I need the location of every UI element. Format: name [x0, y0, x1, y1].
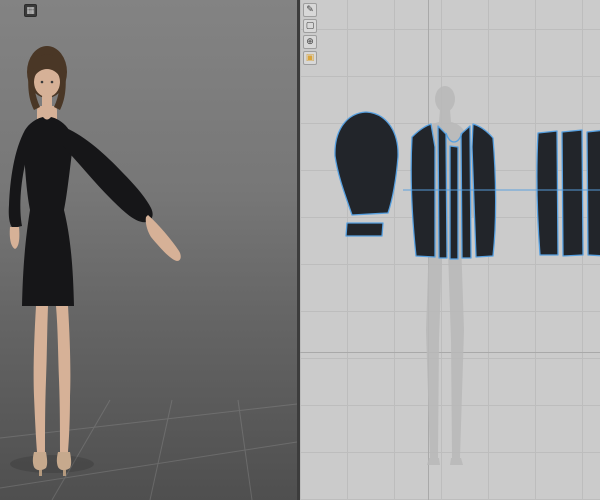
avatar-eye-left [40, 80, 44, 84]
pattern-piece-sleeve[interactable] [334, 111, 399, 216]
pattern-piece-sleeve-cuff[interactable] [345, 222, 384, 237]
avatar-shadow [10, 455, 94, 473]
viewport-menu-icon[interactable]: ▦ [24, 4, 37, 17]
avatar-shoe-left [32, 452, 48, 471]
edit-pen-tool[interactable]: ✎ [303, 3, 317, 17]
viewport-3d-canvas[interactable] [0, 0, 297, 500]
pattern-page-tool[interactable]: ▢ [303, 19, 317, 33]
pattern-piece-back-left[interactable] [536, 130, 559, 256]
avatar-shoe-right [56, 452, 72, 471]
avatar-eye-right [50, 80, 54, 84]
snap-tool[interactable]: ⊕ [303, 35, 317, 49]
avatar-3d[interactable] [8, 46, 181, 476]
garment-editor-app: ▦ ✎ ▢ ⊕ ▣ [0, 0, 600, 500]
pattern-toolbar: ✎ ▢ ⊕ ▣ [303, 3, 317, 65]
pattern-editor-2d[interactable]: ✎ ▢ ⊕ ▣ [300, 0, 600, 500]
pattern-piece-front-center[interactable] [449, 145, 459, 260]
avatar-hand-extended [145, 215, 181, 261]
avatar-sleeve-extended [62, 128, 153, 223]
pattern-piece-front-princess-right[interactable] [460, 125, 472, 259]
pattern-canvas[interactable] [300, 0, 600, 500]
swatch-tool[interactable]: ▣ [303, 51, 317, 65]
avatar-leg-left [33, 306, 48, 452]
avatar-leg-right [56, 306, 71, 452]
pattern-piece-back-right[interactable] [586, 129, 600, 257]
viewport-3d[interactable]: ▦ [0, 0, 297, 500]
pattern-pieces[interactable] [334, 111, 600, 260]
pattern-piece-back-center[interactable] [561, 129, 584, 257]
avatar-hand-hanging [9, 227, 20, 249]
pattern-piece-front-princess-left[interactable] [437, 125, 448, 259]
avatar-heel-left [39, 470, 42, 476]
avatar-heel-right [63, 470, 66, 476]
